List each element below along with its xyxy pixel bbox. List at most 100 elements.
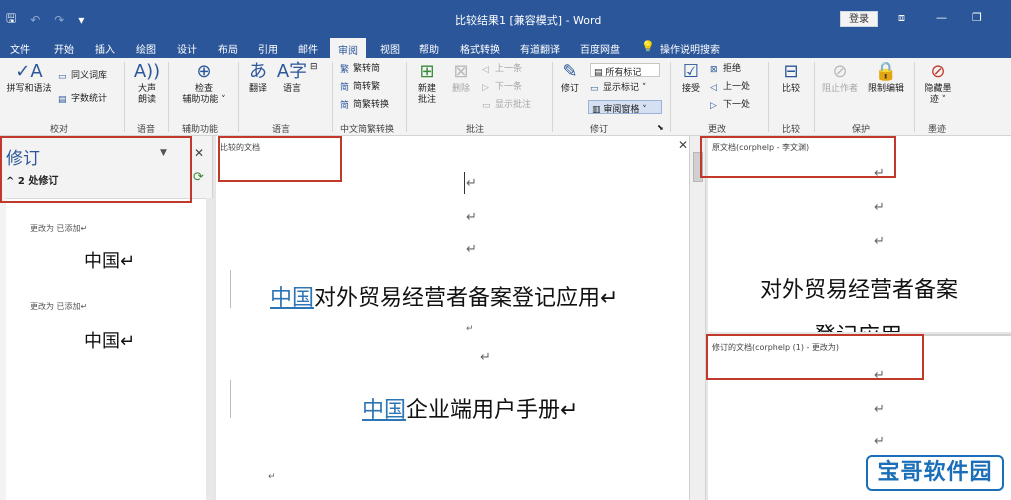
track-changes-button[interactable]: ✎ 修订 <box>556 62 584 95</box>
compare-workspace: 修订 ▼ ✕ ^ 2 处修订 ⟳ 更改为 已添加↵ 中国↵ 更改为 已添加↵ 中… <box>0 136 1011 500</box>
paragraph-mark: ↵ <box>466 210 477 225</box>
document-line[interactable]: 登记应用 <box>814 318 902 332</box>
thesaurus-button[interactable]: ▭ 同义词库 <box>58 71 107 82</box>
highlight-revised-label <box>706 334 924 380</box>
revision-meta: 更改为 已添加↵ <box>30 224 88 233</box>
speech-group-label: 语音 <box>137 125 156 135</box>
reject-change-button[interactable]: ⊠ 拒绝 <box>710 64 741 75</box>
next-change-button[interactable]: ▷ 下一处 <box>710 100 750 111</box>
language-button[interactable]: A字 语言 <box>276 62 308 95</box>
title-bar: 🖫 ↶ ↷ ▾ 比较结果1 [兼容模式] - Word 登录 ⧈ — ❐ <box>0 0 1011 38</box>
show-comments-button[interactable]: ▭ 显示批注 <box>482 100 531 111</box>
new-comment-icon: ⊞ <box>419 61 435 82</box>
quick-access-toolbar: 🖫 ↶ ↷ ▾ <box>6 9 84 30</box>
markup-display-combo[interactable]: ▤ 所有标记 <box>590 63 660 78</box>
window-title: 比较结果1 [兼容模式] - Word <box>455 14 602 27</box>
changes-group-label: 更改 <box>708 125 727 135</box>
proofing-group-label: 校对 <box>50 125 69 135</box>
change-bar <box>230 270 231 308</box>
tab-file[interactable]: 文件 <box>10 41 30 56</box>
compare-group-label: 比较 <box>782 125 801 135</box>
translate-button[interactable]: あ 翻译 <box>242 62 274 95</box>
tab-format-convert[interactable]: 格式转换 <box>460 41 500 56</box>
tab-design[interactable]: 设计 <box>177 41 197 56</box>
ribbon-display-icon[interactable]: ⧈ <box>898 11 905 25</box>
login-button[interactable]: 登录 <box>840 11 878 27</box>
close-icon[interactable]: ✕ <box>678 138 688 152</box>
simplified-to-traditional-button[interactable]: 简简转繁 <box>340 82 380 93</box>
highlight-revisions-header <box>0 136 192 203</box>
revision-content[interactable]: 中国↵ <box>84 247 135 273</box>
revision-meta: 更改为 已添加↵ <box>30 302 88 311</box>
close-icon[interactable]: ✕ <box>194 146 204 160</box>
undo-icon[interactable]: ↶ <box>30 13 40 27</box>
ribbon-tabs: 文件 开始 插入 绘图 设计 布局 引用 邮件 审阅 视图 帮助 格式转换 有道… <box>0 38 1011 58</box>
tab-baidu-netdisk[interactable]: 百度网盘 <box>580 41 620 56</box>
show-comments-icon: ▭ <box>482 101 491 111</box>
inserted-text: 中国 <box>270 286 315 311</box>
show-markup-button[interactable]: ▭ 显示标记 ˅ <box>590 83 646 94</box>
read-aloud-button[interactable]: A)) 大声 朗读 <box>130 62 164 106</box>
check-accessibility-button[interactable]: ⊕ 检查 辅助功能 ˅ <box>174 62 234 106</box>
reviewing-pane-button[interactable]: ▥ 审阅窗格 ˅ <box>588 100 662 115</box>
revisions-scrollbar[interactable] <box>206 198 213 500</box>
save-icon[interactable]: 🖫 <box>6 9 16 30</box>
hide-ink-icon: ⊘ <box>930 61 946 82</box>
document-line[interactable]: 中国对外贸易经营者备案登记应用↵ <box>270 280 618 312</box>
tab-references[interactable]: 引用 <box>258 41 278 56</box>
paragraph-mark: ↵ <box>874 434 885 449</box>
convert-icon: 简 <box>340 101 350 111</box>
paragraph-mark: ↵ <box>466 324 474 334</box>
document-scrollbar[interactable] <box>690 136 706 500</box>
count-icon: ▤ <box>58 95 67 105</box>
word-count-button[interactable]: ▤ 字数统计 <box>58 94 107 105</box>
lock-icon: 🔒 <box>874 61 898 82</box>
tab-help[interactable]: 帮助 <box>419 41 439 56</box>
track-changes-icon: ✎ <box>562 61 578 82</box>
tracking-options-icon[interactable]: ⬊ <box>657 122 664 133</box>
compare-button[interactable]: ⊟ 比较 <box>774 62 808 95</box>
ink-group-label: 墨迹 <box>928 125 947 135</box>
refresh-icon[interactable]: ⟳ <box>193 170 204 185</box>
text-cursor <box>464 172 465 194</box>
revision-content[interactable]: 中国↵ <box>84 327 135 353</box>
tab-view[interactable]: 视图 <box>380 41 400 56</box>
tab-insert[interactable]: 插入 <box>95 41 115 56</box>
minimize-icon[interactable]: — <box>936 11 947 24</box>
next-comment-button[interactable]: ▷ 下一条 <box>482 82 522 93</box>
hide-ink-button[interactable]: ⊘ 隐藏墨 迹 ˅ <box>918 62 958 106</box>
paragraph-mark: ↵ <box>874 234 885 249</box>
customize-qat-icon[interactable]: ▾ <box>78 13 84 27</box>
redo-icon[interactable]: ↷ <box>54 13 64 27</box>
new-comment-button[interactable]: ⊞ 新建 批注 <box>410 62 444 106</box>
tell-me-search[interactable]: 操作说明搜索 <box>660 41 720 56</box>
delete-comment-button[interactable]: ⊠ 删除 <box>446 62 476 95</box>
previous-change-button[interactable]: ◁ 上一处 <box>710 82 750 93</box>
restrict-editing-button[interactable]: 🔒 限制编辑 <box>864 62 908 95</box>
spelling-grammar-button[interactable]: ✓A 拼写和语法 <box>4 62 54 95</box>
document-line[interactable]: 中国企业端用户手册↵ <box>362 392 578 424</box>
language-group-label: 语言 <box>272 125 291 135</box>
document-line[interactable]: 对外贸易经营者备案 <box>760 272 958 304</box>
paragraph-mark: ↵ <box>466 242 477 257</box>
highlight-compared-label <box>218 136 342 182</box>
tab-review[interactable]: 审阅 <box>330 38 366 58</box>
language-extra-icon[interactable]: ⊟ <box>310 62 318 73</box>
tab-draw[interactable]: 绘图 <box>136 41 156 56</box>
tab-mailings[interactable]: 邮件 <box>298 41 318 56</box>
chinese-convert-button[interactable]: 简简繁转换 <box>340 100 389 111</box>
previous-comment-button[interactable]: ◁ 上一条 <box>482 64 522 75</box>
block-authors-button[interactable]: ⊘ 阻止作者 <box>818 62 862 95</box>
compared-document-pane[interactable]: 比较的文档 ✕ ↵ ↵ ↵ 中国对外贸易经营者备案登记应用↵ ↵ ↵ 中国企业端… <box>216 136 690 500</box>
restore-icon[interactable]: ❐ <box>972 11 982 24</box>
traditional-to-simplified-button[interactable]: 繁繁转简 <box>340 64 380 75</box>
tab-home[interactable]: 开始 <box>54 41 74 56</box>
tab-youdao-translate[interactable]: 有道翻译 <box>520 41 560 56</box>
accept-change-button[interactable]: ☑ 接受 <box>676 62 706 95</box>
previous-icon: ◁ <box>482 65 489 75</box>
translate-icon: あ <box>249 61 267 82</box>
tab-layout[interactable]: 布局 <box>218 41 238 56</box>
paragraph-mark: ↵ <box>466 176 477 191</box>
markup-icon: ▤ <box>594 68 606 78</box>
previous-change-icon: ◁ <box>710 83 717 93</box>
